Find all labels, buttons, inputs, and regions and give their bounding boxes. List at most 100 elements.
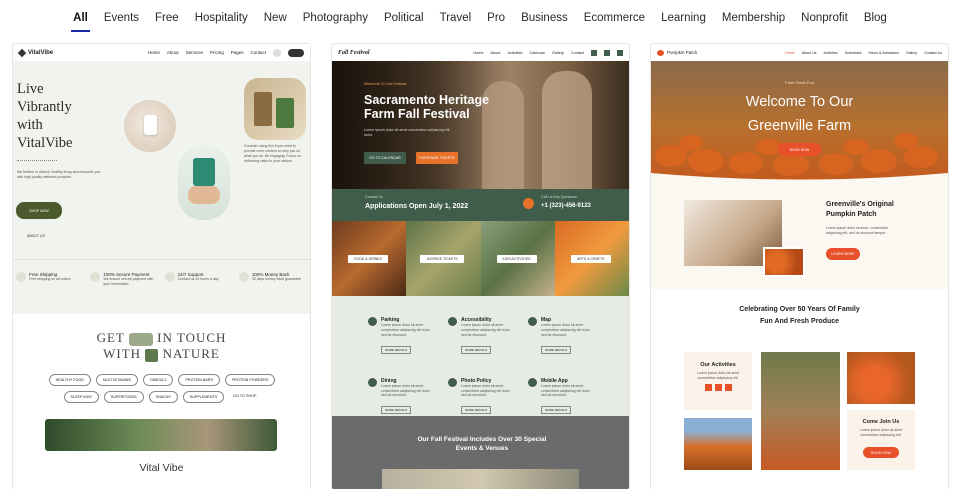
nav-item-hours[interactable]: Hours & Admission: [868, 51, 898, 55]
tab-hospitality[interactable]: Hospitality: [187, 0, 256, 36]
tile-arts[interactable]: ARTS & CRAFTS: [554, 221, 629, 296]
nav-item-services[interactable]: Services: [186, 50, 203, 55]
twitter-icon[interactable]: [617, 49, 623, 56]
pill-omega3[interactable]: OMEGA 3: [142, 374, 174, 386]
search-icon[interactable]: [273, 48, 281, 57]
vitalvibe-logo: VitalVibe: [17, 48, 141, 57]
more-details-button[interactable]: MORE DETAILS: [461, 345, 492, 354]
tab-all[interactable]: All: [65, 0, 96, 36]
purchase-tickets-button[interactable]: PURCHASE TICKETS: [416, 152, 458, 164]
feature-item: 100% Secure Payment We ensure secure paym…: [90, 272, 158, 287]
tab-new[interactable]: New: [256, 0, 295, 36]
template-card-pumpkin-patch[interactable]: Pumpkin Patch Home About Us Activities S…: [651, 44, 948, 489]
nav-item-contact[interactable]: Contact: [250, 50, 266, 55]
nav-item-schedules[interactable]: Schedules: [845, 51, 862, 55]
nav-item-home[interactable]: Home: [148, 50, 160, 55]
side-text: Consider using this if you need to provi…: [244, 144, 301, 163]
tab-business[interactable]: Business: [513, 0, 576, 36]
learn-more-button[interactable]: LEARN MORE: [826, 248, 860, 260]
template-card-vitalvibe[interactable]: VitalVibe Home About Services Pricing Pa…: [13, 44, 310, 489]
nav-item-gallery[interactable]: Gallery: [552, 51, 564, 55]
info-text: Lorem ipsum dolor sit amet consectetur a…: [381, 383, 430, 398]
tile-label: ARTS & CRAFTS: [570, 255, 611, 263]
tab-free[interactable]: Free: [147, 0, 187, 36]
activity-tiles: FOOD & DRINKS HAYRIDE TICKETS KIDS ACTIV…: [332, 221, 629, 296]
hero-book-now-button[interactable]: BOOK NOW: [778, 143, 821, 156]
about-us-link[interactable]: ABOUT US: [27, 234, 45, 239]
info-item: Accessibility Lorem ipsum dolor sit amet …: [448, 317, 528, 356]
tab-learning[interactable]: Learning: [653, 0, 714, 36]
accessibility-icon: [448, 317, 457, 326]
pumpkin-icon[interactable]: [724, 383, 732, 391]
tab-blog[interactable]: Blog: [856, 0, 895, 36]
tile-hayride[interactable]: HAYRIDE TICKETS: [406, 221, 481, 296]
more-details-button[interactable]: MORE DETAILS: [381, 406, 412, 415]
info-text: Lorem ipsum dolor sit amet consectetur a…: [541, 383, 590, 398]
pill-superfoods[interactable]: SUPERFOODS: [103, 391, 144, 403]
nav-item-pricing[interactable]: Pricing: [210, 50, 224, 55]
info-item: Dining Lorem ipsum dolor sit amet consect…: [368, 377, 448, 417]
festival-logo: Fall Festival: [338, 49, 370, 56]
tab-pro[interactable]: Pro: [479, 0, 513, 36]
get-in-touch-line2: WITH NATURE: [13, 346, 310, 362]
truck-icon: [16, 272, 27, 282]
lock-icon: [90, 272, 101, 282]
info-item: Mobile App Lorem ipsum dolor sit amet con…: [528, 377, 608, 417]
hayride-icon[interactable]: [704, 383, 712, 391]
nav-item-home[interactable]: Home: [785, 51, 795, 55]
nav-item-gallery[interactable]: Gallery: [906, 51, 917, 55]
tab-nonprofit[interactable]: Nonprofit: [793, 0, 856, 36]
vitalvibe-nav: VitalVibe Home About Services Pricing Pa…: [13, 44, 310, 61]
tab-membership[interactable]: Membership: [714, 0, 793, 36]
maze-icon[interactable]: [714, 383, 722, 391]
go-to-shop-link[interactable]: GO TO SHOP: [229, 391, 260, 403]
more-details-button[interactable]: MORE DETAILS: [381, 345, 412, 354]
tile-label: KIDS ACTIVITIES: [496, 255, 537, 263]
tile-kids[interactable]: KIDS ACTIVITIES: [480, 221, 555, 296]
cart-icon[interactable]: [288, 48, 304, 57]
nav-item-about[interactable]: About: [491, 51, 501, 55]
nav-item-contact[interactable]: Contact: [571, 51, 584, 55]
category-tabs: All Events Free Hospitality New Photogra…: [0, 0, 960, 36]
facebook-icon[interactable]: [591, 49, 597, 56]
gitn-word: IN TOUCH: [157, 330, 227, 345]
nav-item-pages[interactable]: Pages: [231, 50, 244, 55]
nav-item-contact[interactable]: Contact Us: [924, 51, 942, 55]
feature-desc: 30 days money back guarantee: [251, 277, 301, 281]
more-details-button[interactable]: MORE DETAILS: [461, 406, 492, 415]
nav-item-home[interactable]: Home: [473, 51, 483, 55]
tab-photography[interactable]: Photography: [295, 0, 376, 36]
pill-supplements[interactable]: SUPPLEMENTS: [182, 391, 225, 403]
tab-political[interactable]: Political: [376, 0, 432, 36]
more-details-button[interactable]: MORE DETAILS: [541, 345, 572, 354]
tile-food[interactable]: FOOD & DRINKS: [332, 221, 407, 296]
get-in-touch-section: GET IN TOUCH WITH NATURE HEALTHY FOOD MU…: [13, 314, 310, 489]
original-patch-title: Greenville's Original Pumpkin Patch: [826, 201, 894, 218]
phone-icon: [523, 198, 534, 209]
phone-number[interactable]: +1 (323)-456-9123: [541, 203, 591, 209]
template-card-fall-festival[interactable]: Fall Festival Home About Activities Cale…: [332, 44, 629, 489]
pill-sleep-aids[interactable]: SLEEP AIDS: [63, 391, 99, 403]
pill-snacks[interactable]: SNACKS: [148, 391, 178, 403]
squiggle-divider: [17, 158, 57, 161]
tab-travel[interactable]: Travel: [432, 0, 480, 36]
festival-welcome: Welcome To Our Festival: [364, 82, 407, 86]
nav-item-calendar[interactable]: Calendar: [529, 51, 544, 55]
nav-item-activities[interactable]: Activities: [823, 51, 837, 55]
pill-multivitamins[interactable]: MULTIVITAMINS: [95, 374, 138, 386]
go-to-calendar-button[interactable]: GO TO CALENDAR: [364, 152, 406, 164]
instagram-icon[interactable]: [604, 49, 610, 56]
tab-events[interactable]: Events: [96, 0, 147, 36]
nav-item-about[interactable]: About: [167, 50, 179, 55]
pill-protein-powders[interactable]: PROTEIN POWDERS: [224, 374, 276, 386]
family-pumpkin-photo: [761, 352, 840, 470]
nav-item-activities[interactable]: Activities: [507, 51, 522, 55]
headline-line: Vibrantly: [17, 99, 72, 115]
pill-healthy-food[interactable]: HEALTHY FOOD: [48, 374, 91, 386]
pill-protein-bars[interactable]: PROTEIN BARS: [178, 374, 220, 386]
shop-now-button[interactable]: SHOP NOW: [16, 202, 62, 219]
tab-ecommerce[interactable]: Ecommerce: [576, 0, 653, 36]
join-book-now-button[interactable]: BOOK NOW: [863, 447, 899, 459]
more-details-button[interactable]: MORE DETAILS: [541, 406, 572, 415]
nav-item-about[interactable]: About Us: [802, 51, 817, 55]
